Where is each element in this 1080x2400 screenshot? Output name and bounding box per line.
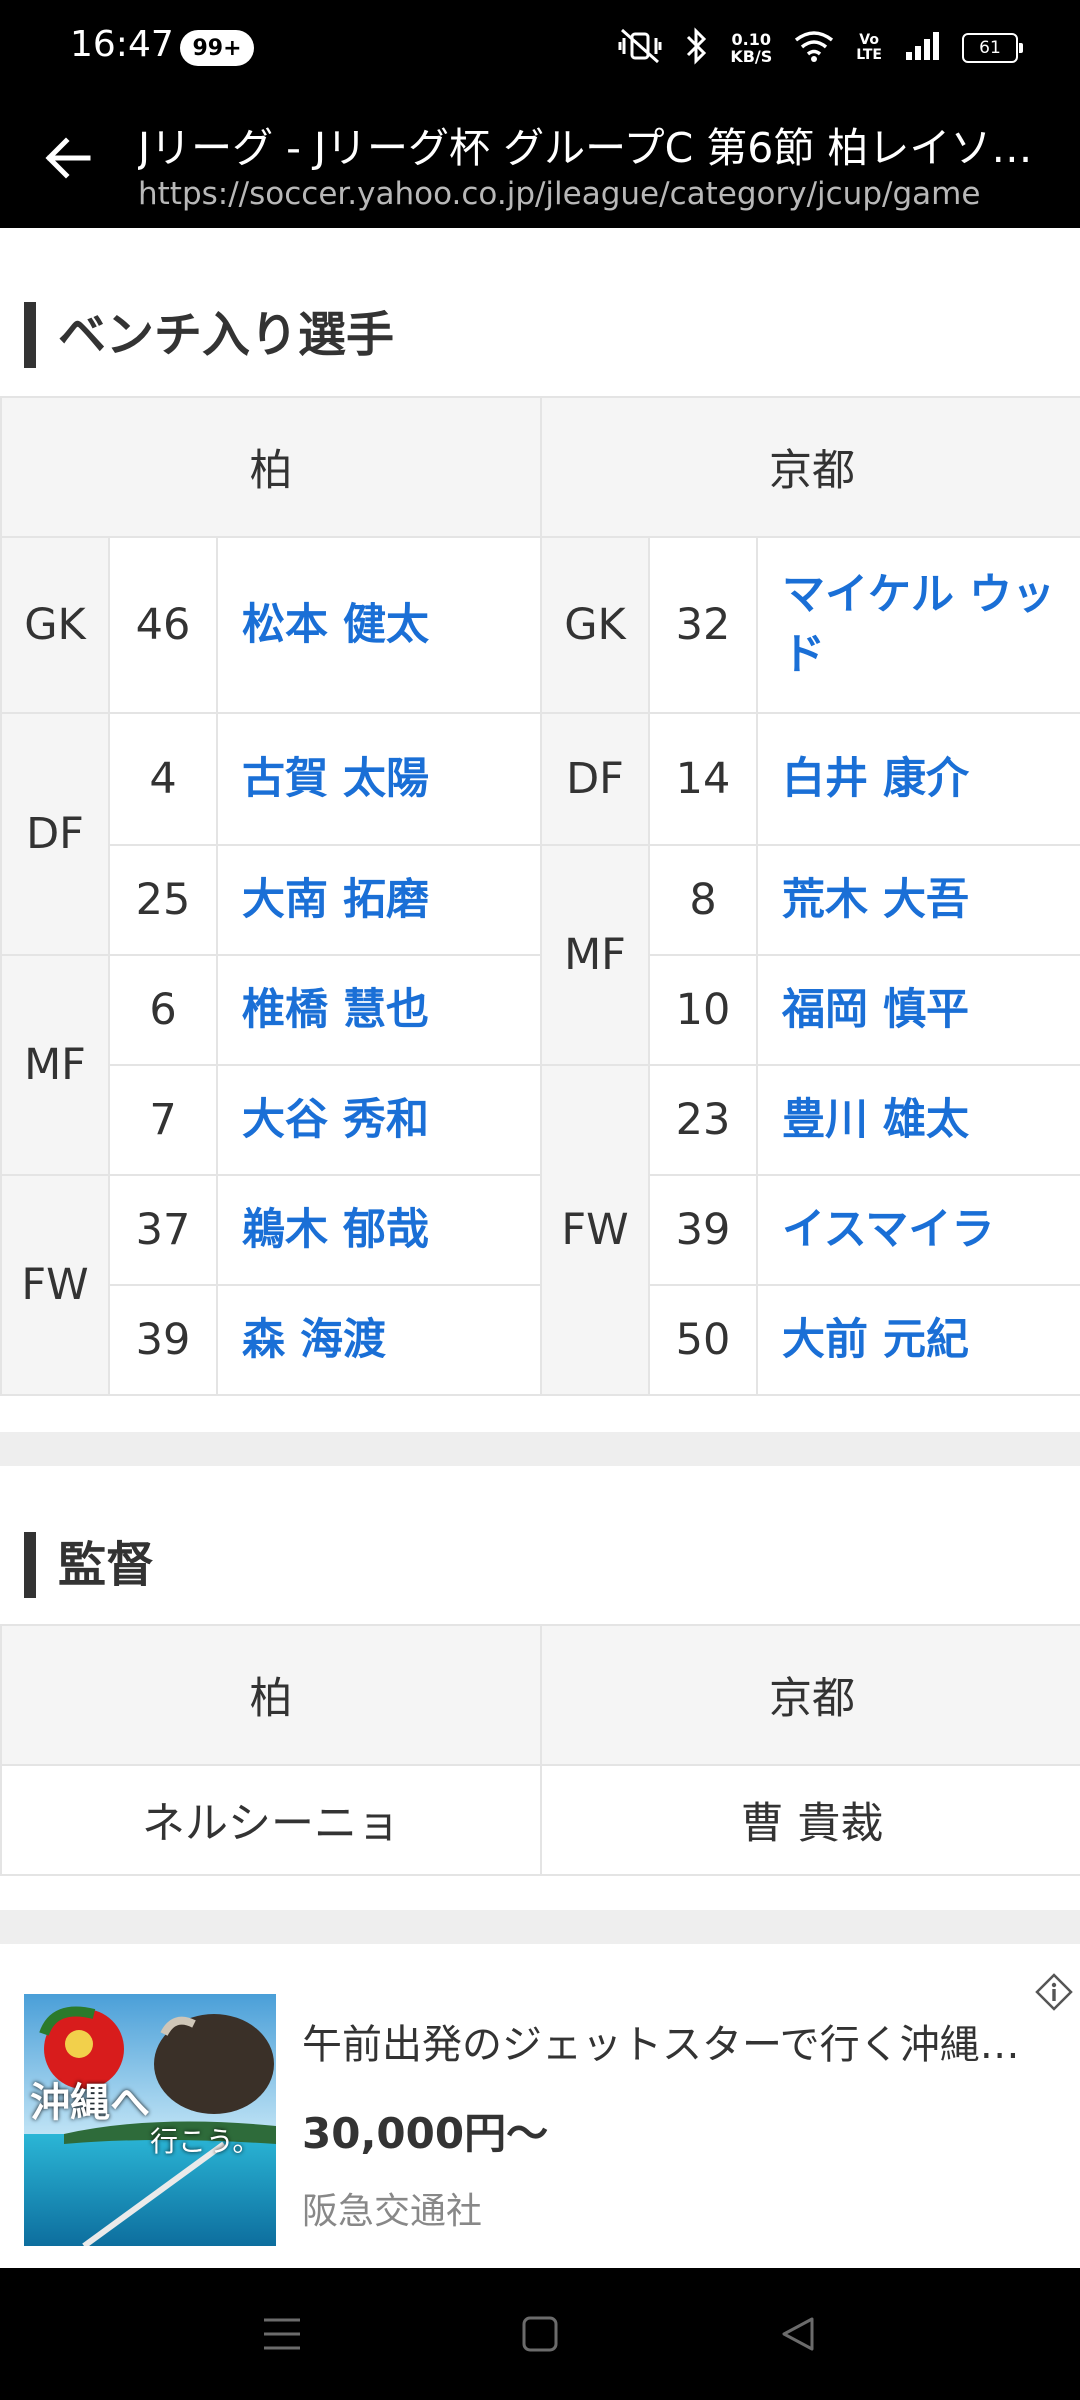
table-row: GK 46 松本 健太 GK 32 マイケル ウッド	[0, 536, 1080, 714]
bluetooth-icon	[684, 27, 708, 69]
away-team-header: 京都	[540, 1624, 1080, 1766]
position-label: DF	[540, 712, 650, 846]
ad-title[interactable]: 午前出発のジェットスターで行く沖縄旅行	[302, 2012, 1032, 2070]
player-number: 32	[648, 536, 758, 714]
page-title: Jリーグ - Jリーグ杯 グループC 第6節 柏レイソル vs 京都サンガF.C…	[138, 124, 1058, 172]
player-number: 7	[108, 1064, 218, 1176]
player-link[interactable]: 椎橋 慧也	[216, 954, 542, 1066]
player-link[interactable]: 豊川 雄太	[755, 1064, 1080, 1176]
position-label: MF	[540, 844, 650, 1066]
position-label: FW	[0, 1174, 110, 1396]
player-number: 25	[108, 844, 218, 956]
section-divider	[0, 1432, 1080, 1466]
bench-header-row: 柏 京都	[0, 396, 1080, 538]
page-url: https://soccer.yahoo.co.jp/jleague/categ…	[138, 176, 981, 212]
app-bar: Jリーグ - Jリーグ杯 グループC 第6節 柏レイソル vs 京都サンガF.C…	[0, 96, 1080, 228]
table-row: MF 6 椎橋 慧也 10 福岡 慎平	[0, 954, 1080, 1176]
player-number: 8	[648, 844, 758, 956]
volte-indicator: Vo LTE	[856, 33, 882, 63]
player-link[interactable]: 大前 元紀	[755, 1284, 1080, 1396]
position-label: MF	[0, 954, 110, 1176]
player-number: 4	[108, 712, 218, 846]
home-team-header: 柏	[0, 1624, 542, 1766]
position-label: GK	[0, 536, 110, 714]
table-row: 25 大南 拓磨 MF 8 荒木 大吾	[1, 844, 1080, 1066]
status-time: 16:47	[70, 24, 174, 65]
signal-icon	[904, 30, 940, 66]
manager-row: ネルシーニョ 曹 貴裁	[0, 1764, 1080, 1876]
ad-sponsor: 阪急交通社	[302, 2191, 483, 2232]
player-link[interactable]: マイケル ウッド	[755, 536, 1080, 714]
manager-section-title: 監督	[24, 1532, 154, 1598]
home-button[interactable]	[510, 2308, 570, 2360]
table-row: 39 森 海渡 50 大前 元紀	[1, 1284, 1080, 1396]
status-icons: 0.10 KB/S Vo LTE 61	[618, 22, 1023, 74]
back-button[interactable]	[36, 126, 100, 190]
volte-bottom: LTE	[856, 47, 882, 63]
away-team-header: 京都	[539, 396, 1080, 538]
ad-image-caption-1: 沖縄へ	[30, 2080, 150, 2126]
ad-info-icon[interactable]	[1034, 1972, 1074, 2012]
arrow-left-icon	[45, 137, 91, 179]
manager-header-row: 柏 京都	[0, 1624, 1080, 1766]
menu-icon	[264, 2318, 300, 2350]
square-home-icon	[522, 2316, 558, 2352]
navigation-bar	[0, 2268, 1080, 2400]
net-speed-value: 0.10	[731, 30, 772, 49]
table-row: DF 4 古賀 太陽 DF 14 白井 康介	[0, 712, 1080, 956]
volte-top: Vo	[859, 32, 879, 48]
player-number: 50	[648, 1284, 758, 1396]
notification-badge: 99+	[180, 30, 254, 66]
player-number: 39	[108, 1284, 218, 1396]
player-number: 39	[648, 1174, 758, 1286]
player-number: 46	[108, 536, 218, 714]
ad-image-caption-2: 行こう。	[150, 2125, 261, 2158]
ad-image[interactable]: 沖縄へ 行こう。	[24, 1994, 276, 2246]
ad-price: 30,000円〜	[302, 2109, 549, 2158]
position-label: DF	[0, 712, 110, 956]
net-speed-unit: KB/S	[730, 47, 773, 66]
vibrate-mute-icon	[618, 26, 662, 70]
away-manager-name: 曹 貴裁	[540, 1764, 1080, 1876]
home-team-header: 柏	[0, 396, 542, 538]
player-number: 14	[648, 712, 758, 846]
player-link[interactable]: イスマイラ	[755, 1174, 1080, 1286]
player-link[interactable]: 福岡 慎平	[755, 954, 1080, 1066]
player-link[interactable]: 松本 健太	[216, 536, 542, 714]
net-speed: 0.10 KB/S	[730, 31, 772, 65]
player-link[interactable]: 鵜木 郁哉	[216, 1174, 542, 1286]
status-bar: 16:47 99+ 0.10 KB/S Vo LTE 61	[0, 0, 1080, 96]
player-link[interactable]: 荒木 大吾	[755, 844, 1080, 956]
menu-button[interactable]	[252, 2308, 312, 2360]
back-nav-button[interactable]	[768, 2308, 828, 2360]
player-link[interactable]: 大南 拓磨	[216, 844, 542, 956]
home-manager-name: ネルシーニョ	[0, 1764, 542, 1876]
player-link[interactable]: 森 海渡	[216, 1284, 542, 1396]
table-row: FW 37 鵜木 郁哉 39 イスマイラ	[0, 1174, 1080, 1396]
player-number: 6	[108, 954, 218, 1066]
battery-level: 61	[979, 38, 1001, 58]
player-number: 37	[108, 1174, 218, 1286]
player-link[interactable]: 大谷 秀和	[216, 1064, 542, 1176]
table-row: 7 大谷 秀和 FW 23 豊川 雄太	[1, 1064, 1080, 1396]
player-link[interactable]: 古賀 太陽	[216, 712, 542, 846]
wifi-icon	[794, 30, 834, 66]
player-number: 10	[648, 954, 758, 1066]
bench-section-title: ベンチ入り選手	[24, 302, 394, 368]
battery-icon: 61	[962, 33, 1023, 63]
bench-table: 柏 京都 GK 46 松本 健太 GK 32 マイケル ウッド DF 4 古賀 …	[0, 396, 1080, 1396]
player-number: 23	[648, 1064, 758, 1176]
manager-table: 柏 京都 ネルシーニョ 曹 貴裁	[0, 1624, 1080, 1876]
player-link[interactable]: 白井 康介	[755, 712, 1080, 846]
position-label: GK	[540, 536, 650, 714]
triangle-back-icon	[782, 2317, 814, 2351]
section-divider	[0, 1910, 1080, 1944]
position-label: FW	[540, 1064, 650, 1396]
